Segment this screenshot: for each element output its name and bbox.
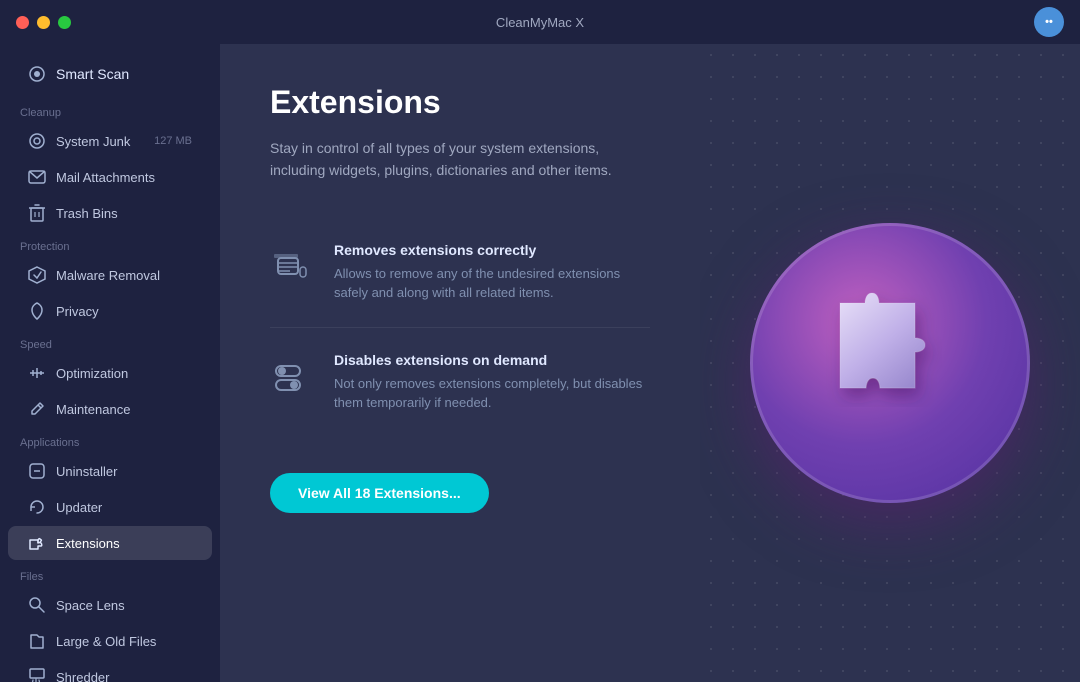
large-old-files-label: Large & Old Files xyxy=(56,634,156,649)
updater-label: Updater xyxy=(56,500,102,515)
feature-item-disables-on-demand: Disables extensions on demand Not only r… xyxy=(270,328,650,437)
feature-list: Removes extensions correctly Allows to r… xyxy=(270,218,650,437)
mail-attachments-label: Mail Attachments xyxy=(56,170,155,185)
puzzle-circle xyxy=(750,223,1030,503)
trash-bins-icon xyxy=(28,204,46,222)
malware-removal-icon xyxy=(28,266,46,284)
space-lens-label: Space Lens xyxy=(56,598,125,613)
sidebar-item-updater[interactable]: Updater xyxy=(8,490,212,524)
privacy-icon xyxy=(28,302,46,320)
sidebar-item-maintenance[interactable]: Maintenance xyxy=(8,392,212,426)
minimize-button[interactable] xyxy=(37,16,50,29)
shredder-label: Shredder xyxy=(56,670,109,682)
view-all-button[interactable]: View All 18 Extensions... xyxy=(270,473,489,513)
sidebar-item-space-lens[interactable]: Space Lens xyxy=(8,588,212,622)
uninstaller-icon xyxy=(28,462,46,480)
main-layout: Smart Scan Cleanup System Junk 127 MB Ma… xyxy=(0,44,1080,682)
sidebar-item-malware-removal[interactable]: Malware Removal xyxy=(8,258,212,292)
page-title: Extensions xyxy=(270,84,650,121)
sidebar-item-uninstaller[interactable]: Uninstaller xyxy=(8,454,212,488)
privacy-label: Privacy xyxy=(56,304,99,319)
sidebar-item-extensions[interactable]: Extensions xyxy=(8,526,212,560)
disables-on-demand-icon xyxy=(270,354,314,398)
malware-removal-label: Malware Removal xyxy=(56,268,160,283)
section-label-speed: Speed xyxy=(0,329,220,355)
feature-text-disables-on-demand: Disables extensions on demand Not only r… xyxy=(334,352,650,413)
section-label-files: Files xyxy=(0,561,220,587)
puzzle-piece-svg xyxy=(810,283,970,443)
optimization-icon xyxy=(28,364,46,382)
maintenance-icon xyxy=(28,400,46,418)
trash-bins-label: Trash Bins xyxy=(56,206,118,221)
extensions-icon xyxy=(28,534,46,552)
removes-correctly-icon xyxy=(270,244,314,288)
sidebar-item-trash-bins[interactable]: Trash Bins xyxy=(8,196,212,230)
removes-correctly-title: Removes extensions correctly xyxy=(334,242,650,258)
content-area: Extensions Stay in control of all types … xyxy=(220,44,1080,682)
close-button[interactable] xyxy=(16,16,29,29)
system-junk-label: System Junk xyxy=(56,134,130,149)
window-controls xyxy=(16,16,71,29)
sidebar-item-smart-scan[interactable]: Smart Scan xyxy=(8,57,212,91)
system-junk-badge: 127 MB xyxy=(154,135,192,147)
sidebar-item-privacy[interactable]: Privacy xyxy=(8,294,212,328)
section-label-cleanup: Cleanup xyxy=(0,97,220,123)
sidebar-item-mail-attachments[interactable]: Mail Attachments xyxy=(8,160,212,194)
smart-scan-label: Smart Scan xyxy=(56,66,129,82)
maintenance-label: Maintenance xyxy=(56,402,130,417)
feature-text-removes-correctly: Removes extensions correctly Allows to r… xyxy=(334,242,650,303)
app-title: CleanMyMac X xyxy=(496,15,584,30)
removes-correctly-desc: Allows to remove any of the undesired ex… xyxy=(334,264,650,303)
titlebar: CleanMyMac X •• xyxy=(0,0,1080,44)
sidebar: Smart Scan Cleanup System Junk 127 MB Ma… xyxy=(0,44,220,682)
disables-on-demand-title: Disables extensions on demand xyxy=(334,352,650,368)
mail-attachments-icon xyxy=(28,168,46,186)
sidebar-item-system-junk[interactable]: System Junk 127 MB xyxy=(8,124,212,158)
optimization-label: Optimization xyxy=(56,366,128,381)
disables-on-demand-desc: Not only removes extensions completely, … xyxy=(334,374,650,413)
page-description: Stay in control of all types of your sys… xyxy=(270,137,630,182)
large-old-files-icon xyxy=(28,632,46,650)
sidebar-item-large-old-files[interactable]: Large & Old Files xyxy=(8,624,212,658)
updater-icon xyxy=(28,498,46,516)
uninstaller-label: Uninstaller xyxy=(56,464,117,479)
maximize-button[interactable] xyxy=(58,16,71,29)
content-illustration xyxy=(700,44,1080,682)
content-main: Extensions Stay in control of all types … xyxy=(220,44,700,682)
system-junk-icon xyxy=(28,132,46,150)
space-lens-icon xyxy=(28,596,46,614)
feature-item-removes-correctly: Removes extensions correctly Allows to r… xyxy=(270,218,650,328)
section-label-protection: Protection xyxy=(0,231,220,257)
smart-scan-icon xyxy=(28,65,46,83)
sidebar-item-optimization[interactable]: Optimization xyxy=(8,356,212,390)
extensions-label: Extensions xyxy=(56,536,120,551)
shredder-icon xyxy=(28,668,46,682)
sidebar-item-shredder[interactable]: Shredder xyxy=(8,660,212,682)
section-label-applications: Applications xyxy=(0,427,220,453)
user-avatar[interactable]: •• xyxy=(1034,7,1064,37)
